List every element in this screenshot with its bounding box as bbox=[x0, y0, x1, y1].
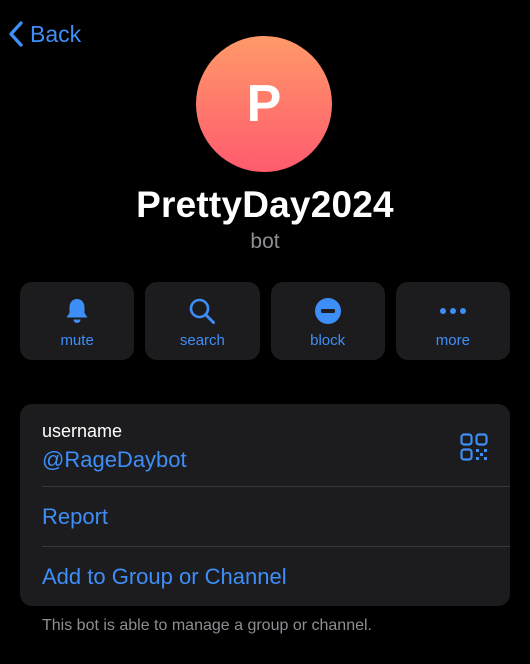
bell-icon bbox=[62, 294, 92, 328]
username-title: username bbox=[42, 421, 123, 441]
more-icon bbox=[437, 294, 469, 328]
username-row[interactable]: username @RageDaybot bbox=[20, 404, 510, 486]
bot-profile-screen: Back P PrettyDay2024 bot mute search blo… bbox=[0, 0, 530, 664]
block-button[interactable]: block bbox=[270, 282, 385, 360]
divider bbox=[42, 486, 510, 487]
avatar-letter: P bbox=[246, 75, 282, 133]
profile-subtitle: bot bbox=[250, 230, 280, 253]
mute-label: mute bbox=[60, 331, 94, 349]
add-to-group-button[interactable]: Add to Group or Channel bbox=[42, 564, 287, 590]
search-label: search bbox=[179, 331, 225, 349]
profile-name: PrettyDay2024 bbox=[136, 184, 394, 225]
info-card: username @RageDaybot Report Add to Group… bbox=[20, 404, 510, 606]
qr-code-icon[interactable] bbox=[460, 433, 488, 466]
divider bbox=[42, 546, 510, 547]
action-bar: mute search block more bbox=[20, 282, 510, 360]
more-button[interactable]: more bbox=[395, 282, 510, 360]
back-button[interactable]: Back bbox=[8, 20, 81, 48]
more-label: more bbox=[435, 331, 470, 349]
block-label: block bbox=[310, 331, 346, 349]
report-button[interactable]: Report bbox=[42, 504, 108, 530]
search-icon bbox=[187, 294, 217, 328]
search-button[interactable]: search bbox=[145, 282, 260, 360]
footnote: This bot is able to manage a group or ch… bbox=[42, 617, 372, 634]
chevron-left-icon bbox=[8, 20, 24, 48]
back-label: Back bbox=[30, 20, 82, 47]
avatar[interactable]: P bbox=[196, 36, 332, 172]
block-icon bbox=[313, 294, 343, 328]
mute-button[interactable]: mute bbox=[20, 282, 135, 360]
username-link[interactable]: @RageDaybot bbox=[42, 447, 187, 473]
